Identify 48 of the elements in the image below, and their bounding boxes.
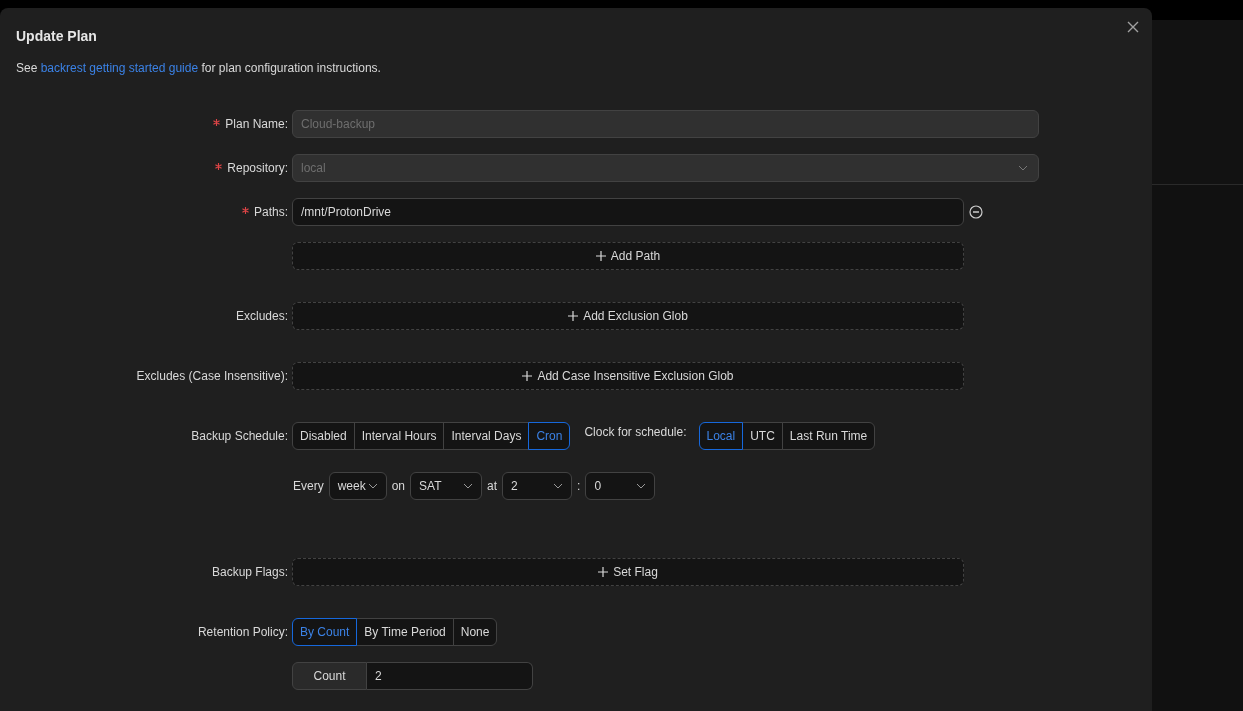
schedule-option[interactable]: Interval Days <box>443 422 530 450</box>
clock-label: Clock for schedule: <box>584 425 687 439</box>
field-label: Excludes (Case Insensitive): <box>136 369 288 383</box>
clock-option[interactable]: Last Run Time <box>781 422 876 450</box>
intro-text: See backrest getting started guide for plan configuration instructions. <box>16 61 381 75</box>
field-label: Retention Policy: <box>197 625 288 639</box>
guide-link[interactable]: backrest getting started guide <box>40 61 199 75</box>
remove-icon[interactable] <box>969 205 983 219</box>
cron-text: on <box>391 479 406 493</box>
cron-text: at <box>487 479 498 493</box>
retention-option[interactable]: By Time Period <box>356 618 454 646</box>
set-flag-button[interactable]: Set Flag <box>292 558 964 586</box>
cron-select[interactable]: 0 <box>585 472 656 500</box>
schedule-option[interactable]: Disabled <box>292 422 355 450</box>
count-label: Count <box>292 662 367 690</box>
chevron-down-icon <box>367 483 378 489</box>
schedule-option[interactable]: Cron <box>528 422 571 450</box>
field-label: Excludes: <box>235 309 288 323</box>
plus-icon <box>595 251 606 261</box>
cron-text: : <box>577 479 581 493</box>
schedule-option[interactable]: Interval Hours <box>353 422 445 450</box>
count-field[interactable]: 2 <box>367 662 533 690</box>
field-label: Repository: <box>227 161 288 175</box>
close-icon[interactable] <box>1127 21 1139 33</box>
chevron-down-icon <box>636 483 647 489</box>
add-exclusion-button[interactable]: Add Exclusion Glob <box>292 302 964 330</box>
plus-icon <box>522 371 533 381</box>
path-field[interactable]: /mnt/ProtonDrive <box>292 198 964 226</box>
field-label: Paths: <box>253 205 288 219</box>
chevron-down-icon <box>1018 165 1028 171</box>
dialog-title: Update Plan <box>16 28 97 44</box>
field-label: Plan Name: <box>225 117 288 131</box>
plus-icon <box>598 567 609 577</box>
retention-option[interactable]: None <box>452 618 498 646</box>
field-label: Backup Schedule: <box>191 429 288 443</box>
clock-option[interactable]: UTC <box>742 422 783 450</box>
cron-select[interactable]: week <box>328 472 387 500</box>
cron-select[interactable]: SAT <box>410 472 483 500</box>
add-path-button[interactable]: Add Path <box>292 242 964 270</box>
retention-option[interactable]: By Count <box>292 618 358 646</box>
plus-icon <box>568 311 579 321</box>
clock-option[interactable]: Local <box>698 422 744 450</box>
chevron-down-icon <box>463 483 474 489</box>
chevron-down-icon <box>553 483 564 489</box>
add-exclusion-button[interactable]: Add Case Insensitive Exclusion Glob <box>292 362 964 390</box>
field-label: Backup Flags: <box>211 565 288 579</box>
cron-text: Every <box>293 479 324 493</box>
cron-select[interactable]: 2 <box>502 472 573 500</box>
